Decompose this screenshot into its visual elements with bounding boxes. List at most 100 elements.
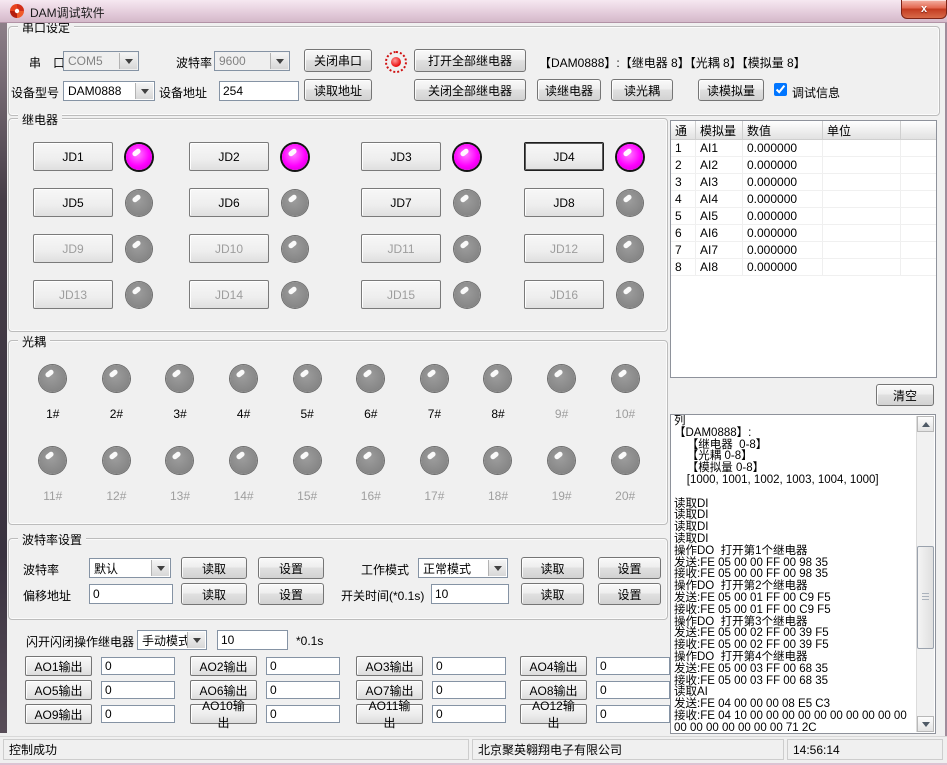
window-title: DAM调试软件 xyxy=(30,4,105,21)
log-panel[interactable]: 列 【DAM0888】: 【继电器 0-8】 【光耦 0-8】 【模拟量 0-8… xyxy=(670,414,936,734)
relay-button[interactable]: JD1 xyxy=(33,142,113,171)
relay-led-indicator xyxy=(126,190,152,216)
analog-output-button[interactable]: AO4输出 xyxy=(520,656,587,676)
device-model-combobox[interactable]: DAM0888 xyxy=(63,81,155,101)
flash-time-input[interactable] xyxy=(217,630,288,650)
relay-button[interactable]: JD11 xyxy=(361,234,441,263)
table-row[interactable]: 7 AI7 0.000000 xyxy=(671,242,936,259)
table-row[interactable]: 3 AI3 0.000000 xyxy=(671,174,936,191)
analog-output-input[interactable] xyxy=(596,705,670,723)
opto-label: 14# xyxy=(234,489,254,503)
analog-output-input[interactable] xyxy=(101,705,175,723)
clear-log-button[interactable]: 清空 xyxy=(876,384,934,406)
opto-cell: 1# xyxy=(21,365,85,421)
table-row[interactable]: 2 AI2 0.000000 xyxy=(671,157,936,174)
analog-output-input[interactable] xyxy=(432,657,506,675)
relay-button[interactable]: JD7 xyxy=(361,188,441,217)
analog-output-input[interactable] xyxy=(596,681,670,699)
debug-info-checkbox[interactable] xyxy=(774,83,787,96)
chevron-down-icon[interactable] xyxy=(119,53,137,69)
scroll-up-icon[interactable] xyxy=(917,416,934,432)
relay-button[interactable]: JD9 xyxy=(33,234,113,263)
scroll-down-icon[interactable] xyxy=(917,716,934,732)
relay-button[interactable]: JD2 xyxy=(189,142,269,171)
read-relays-button[interactable]: 读继电器 xyxy=(537,79,601,101)
relay-button[interactable]: JD3 xyxy=(361,142,441,171)
analog-output-input[interactable] xyxy=(266,681,340,699)
offset-read-button[interactable]: 读取 xyxy=(181,583,247,605)
analog-output-input[interactable] xyxy=(596,657,670,675)
chevron-down-icon[interactable] xyxy=(270,53,288,69)
baudrate-cfg-combobox[interactable]: 默认 xyxy=(89,558,171,578)
analog-output-button[interactable]: AO10输出 xyxy=(190,704,257,724)
table-row[interactable]: 5 AI5 0.000000 xyxy=(671,208,936,225)
device-address-input[interactable] xyxy=(219,81,299,101)
log-scrollbar[interactable] xyxy=(916,416,934,732)
chevron-down-icon[interactable] xyxy=(187,632,205,648)
scrollbar-thumb[interactable] xyxy=(917,546,934,649)
relay-button[interactable]: JD8 xyxy=(524,188,604,217)
relay-button[interactable]: JD4 xyxy=(524,142,604,171)
analog-output-input[interactable] xyxy=(266,657,340,675)
baudrate-combobox[interactable]: 9600 xyxy=(214,51,290,71)
analog-output-input[interactable] xyxy=(101,681,175,699)
analog-output-input[interactable] xyxy=(432,681,506,699)
switch-time-read-button[interactable]: 读取 xyxy=(521,583,584,605)
analog-output-input[interactable] xyxy=(266,705,340,723)
relay-button[interactable]: JD10 xyxy=(189,234,269,263)
read-address-button[interactable]: 读取地址 xyxy=(304,79,372,101)
analog-output-button[interactable]: AO9输出 xyxy=(25,704,92,724)
relay-button[interactable]: JD16 xyxy=(524,280,604,309)
offset-set-button[interactable]: 设置 xyxy=(258,583,324,605)
relay-button[interactable]: JD14 xyxy=(189,280,269,309)
analog-output-input[interactable] xyxy=(101,657,175,675)
table-row[interactable]: 6 AI6 0.000000 xyxy=(671,225,936,242)
chevron-down-icon[interactable] xyxy=(488,560,506,576)
port-combobox[interactable]: COM5 xyxy=(63,51,139,71)
work-mode-set-button[interactable]: 设置 xyxy=(598,557,661,579)
analog-output-button[interactable]: AO5输出 xyxy=(25,680,92,700)
open-all-relays-button[interactable]: 打开全部继电器 xyxy=(414,49,526,72)
title-bar[interactable]: DAM调试软件 x xyxy=(0,0,947,23)
offset-address-input[interactable] xyxy=(89,584,173,604)
relay-button[interactable]: JD13 xyxy=(33,280,113,309)
table-row[interactable]: 4 AI4 0.000000 xyxy=(671,191,936,208)
debug-info-label: 调试信息 xyxy=(792,84,840,101)
read-opto-button[interactable]: 读光耦 xyxy=(611,79,673,101)
switch-time-input[interactable] xyxy=(431,584,509,604)
work-mode-combobox[interactable]: 正常模式 xyxy=(418,558,508,578)
read-analog-button[interactable]: 读模拟量 xyxy=(698,79,764,101)
analog-output-button[interactable]: AO2输出 xyxy=(190,656,257,676)
col-header-analog[interactable]: 模拟量 xyxy=(696,121,743,139)
relay-led-indicator xyxy=(617,236,643,262)
analog-output-button[interactable]: AO12输出 xyxy=(520,704,587,724)
table-row[interactable]: 1 AI1 0.000000 xyxy=(671,140,936,157)
analog-output-button[interactable]: AO3输出 xyxy=(356,656,423,676)
flash-mode-combobox[interactable]: 手动模式 xyxy=(137,630,207,650)
chevron-down-icon[interactable] xyxy=(151,560,169,576)
close-all-relays-button[interactable]: 关闭全部继电器 xyxy=(414,79,526,101)
work-mode-read-button[interactable]: 读取 xyxy=(521,557,584,579)
analog-output-input[interactable] xyxy=(432,705,506,723)
close-button[interactable]: x xyxy=(901,0,947,19)
col-header-unit[interactable]: 单位 xyxy=(823,121,901,139)
analog-output-button[interactable]: AO11输出 xyxy=(356,704,423,724)
relay-button[interactable]: JD5 xyxy=(33,188,113,217)
opto-label: 10# xyxy=(615,407,635,421)
close-serial-button[interactable]: 关闭串口 xyxy=(304,49,372,72)
relay-led-indicator xyxy=(454,190,480,216)
switch-time-set-button[interactable]: 设置 xyxy=(598,583,661,605)
relay-button[interactable]: JD12 xyxy=(524,234,604,263)
opto-led-indicator xyxy=(230,447,257,474)
relay-button[interactable]: JD6 xyxy=(189,188,269,217)
chevron-down-icon[interactable] xyxy=(135,83,153,99)
opto-label: 18# xyxy=(488,489,508,503)
col-header-channel[interactable]: 通 xyxy=(671,121,696,139)
relay-button[interactable]: JD15 xyxy=(361,280,441,309)
baud-read-button[interactable]: 读取 xyxy=(181,557,247,579)
analog-output-button[interactable]: AO1输出 xyxy=(25,656,92,676)
baud-set-button[interactable]: 设置 xyxy=(258,557,324,579)
opto-cell: 18# xyxy=(466,447,530,503)
col-header-value[interactable]: 数值 xyxy=(743,121,823,139)
table-row[interactable]: 8 AI8 0.000000 xyxy=(671,259,936,276)
